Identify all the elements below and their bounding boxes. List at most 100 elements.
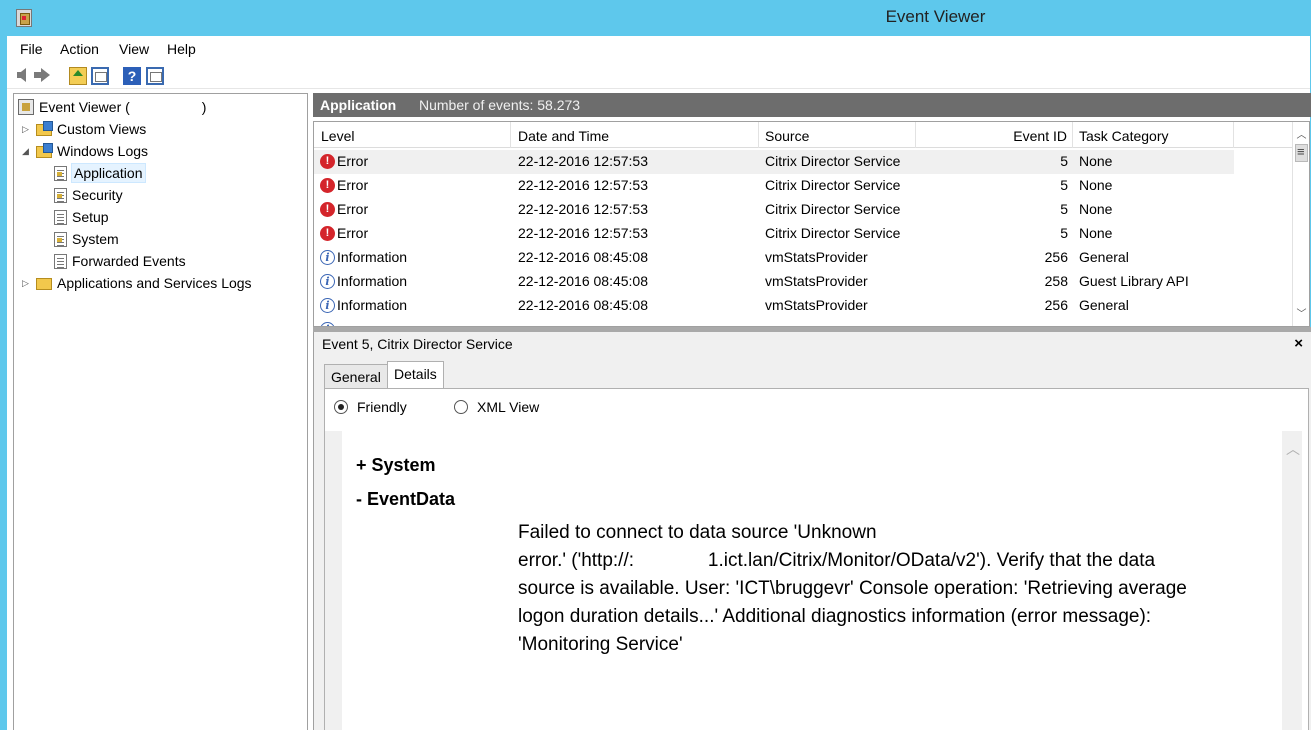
column-header-source[interactable]: Source (759, 122, 916, 148)
scrollbar-thumb[interactable] (1295, 144, 1308, 162)
log-icon (54, 253, 67, 269)
error-icon: ! (320, 202, 335, 217)
error-icon: ! (320, 178, 335, 193)
tree-item-applications-and-services-logs[interactable]: ▷ Applications and Services Logs (22, 272, 252, 294)
scroll-up-arrow-icon[interactable]: ︿ (1296, 126, 1307, 141)
table-row[interactable]: i Information 22-12-2016 08:45:08 vmStat… (314, 270, 1234, 294)
events-grid-scrollbar[interactable]: ︿ ﹀ (1292, 122, 1309, 326)
cell-category: None (1079, 225, 1113, 241)
folder-icon (36, 278, 52, 290)
tree-item-event-viewer-root[interactable]: Event Viewer ( ) (18, 96, 206, 118)
cell-datetime: 22-12-2016 12:57:53 (518, 153, 648, 169)
section-eventdata[interactable]: - EventData (356, 489, 455, 510)
cell-datetime: 22-12-2016 12:57:53 (518, 225, 648, 241)
scroll-down-arrow-icon[interactable]: ﹀ (1296, 305, 1307, 320)
forward-arrow-icon[interactable] (34, 68, 50, 82)
help-icon[interactable]: ? (123, 67, 141, 85)
cell-event-id: 258 (1044, 273, 1068, 289)
close-icon[interactable]: × (1294, 335, 1303, 352)
cell-level: Error (337, 153, 369, 169)
radio-button-checked[interactable] (334, 400, 348, 414)
toolbar: ? (7, 63, 1310, 89)
cell-event-id: 5 (1060, 177, 1068, 193)
console-tree: Event Viewer ( ) ▷ Custom Views ◢ Window… (13, 93, 308, 730)
column-header-level[interactable]: Level (314, 122, 511, 148)
log-icon (54, 165, 67, 181)
windows-logs-folder-icon (36, 143, 53, 158)
cell-event-id: 256 (1044, 297, 1068, 313)
tab-general[interactable]: General (324, 364, 388, 388)
cell-level: Information (337, 297, 408, 313)
cell-category: None (1079, 153, 1113, 169)
event-count: Number of events: 58.273 (419, 97, 581, 113)
error-icon: ! (320, 154, 335, 169)
table-row[interactable]: ! Error 22-12-2016 12:57:53 Citrix Direc… (314, 174, 1234, 198)
information-icon: i (320, 250, 335, 265)
event-viewer-icon (18, 99, 34, 115)
menu-bar: File Action View Help (7, 36, 1310, 63)
table-row[interactable]: ! Error 22-12-2016 12:57:53 Citrix Direc… (314, 150, 1234, 174)
events-grid: Level Date and Time Source Event ID Task… (313, 121, 1310, 327)
expand-arrow-icon[interactable]: ▷ (22, 278, 32, 289)
tree-item-system[interactable]: System (54, 228, 119, 250)
log-name: Application (320, 97, 397, 113)
message-line: 'Monitoring Service' (518, 634, 683, 655)
log-header-bar: Application Number of events: 58.273 (313, 93, 1311, 117)
title-bar: Event Viewer (0, 0, 1311, 36)
cell-event-id: 5 (1060, 225, 1068, 241)
tree-item-setup[interactable]: Setup (54, 206, 109, 228)
menu-file[interactable]: File (20, 41, 43, 57)
friendly-view-content: + System - EventData Failed to connect t… (342, 431, 1292, 730)
scroll-up-arrow-icon[interactable]: ︿ (1286, 439, 1300, 459)
expand-arrow-icon[interactable]: ▷ (22, 124, 32, 135)
cell-level: Information (337, 273, 408, 289)
information-icon: i (320, 274, 335, 289)
column-header-task-category[interactable]: Task Category (1073, 122, 1234, 148)
section-system[interactable]: + System (356, 455, 436, 476)
details-tab-panel: Friendly XML View + System - EventData F… (324, 388, 1309, 730)
radio-button-unchecked[interactable] (454, 400, 468, 414)
column-header-date-time[interactable]: Date and Time (511, 122, 759, 148)
table-row[interactable]: i Information 22-12-2016 08:45:08 vmStat… (314, 294, 1234, 318)
cell-datetime: 22-12-2016 12:57:53 (518, 201, 648, 217)
up-folder-icon[interactable] (69, 67, 87, 85)
log-icon (54, 209, 67, 225)
radio-friendly[interactable]: Friendly (334, 399, 407, 415)
cell-category: General (1079, 249, 1129, 265)
menu-view[interactable]: View (119, 41, 149, 57)
collapse-arrow-icon[interactable]: ◢ (22, 146, 32, 157)
show-hide-console-tree-icon[interactable] (91, 67, 109, 85)
back-arrow-icon[interactable] (17, 68, 26, 82)
cell-source: Citrix Director Service (765, 201, 901, 217)
tab-details[interactable]: Details (387, 361, 444, 389)
table-row[interactable]: ! Error 22-12-2016 12:57:53 Citrix Direc… (314, 198, 1234, 222)
menu-action[interactable]: Action (60, 41, 99, 57)
cell-event-id: 256 (1044, 249, 1068, 265)
cell-source: vmStatsProvider (765, 249, 868, 265)
tree-item-security[interactable]: Security (54, 184, 123, 206)
tree-label-setup: Setup (72, 209, 109, 225)
cell-source: vmStatsProvider (765, 297, 868, 313)
information-icon: i (320, 298, 335, 313)
radio-friendly-label: Friendly (357, 399, 407, 415)
tree-item-custom-views[interactable]: ▷ Custom Views (22, 118, 146, 140)
friendly-view-scrollbar[interactable]: ︿ (1282, 431, 1302, 730)
radio-xml-view[interactable]: XML View (454, 399, 539, 415)
table-row[interactable]: i Information 22-12-2016 08:45:08 vmStat… (314, 246, 1234, 270)
column-header-event-id[interactable]: Event ID (916, 122, 1073, 148)
cell-category: General (1079, 297, 1129, 313)
window-title: Event Viewer (885, 7, 986, 26)
tree-item-application[interactable]: Application (54, 162, 146, 184)
cell-event-id: 5 (1060, 201, 1068, 217)
cell-event-id: 5 (1060, 153, 1068, 169)
tree-item-windows-logs[interactable]: ◢ Windows Logs (22, 140, 148, 162)
menu-help[interactable]: Help (167, 41, 196, 57)
show-hide-action-pane-icon[interactable] (146, 67, 164, 85)
message-line: source is available. User: 'ICT\bruggevr… (518, 578, 1187, 599)
log-icon (54, 231, 67, 247)
table-row[interactable]: ! Error 22-12-2016 12:57:53 Citrix Direc… (314, 222, 1234, 246)
tree-item-forwarded-events[interactable]: Forwarded Events (54, 250, 186, 272)
table-row-partial[interactable]: i (314, 318, 1234, 326)
cell-source: Citrix Director Service (765, 177, 901, 193)
cell-datetime: 22-12-2016 08:45:08 (518, 273, 648, 289)
